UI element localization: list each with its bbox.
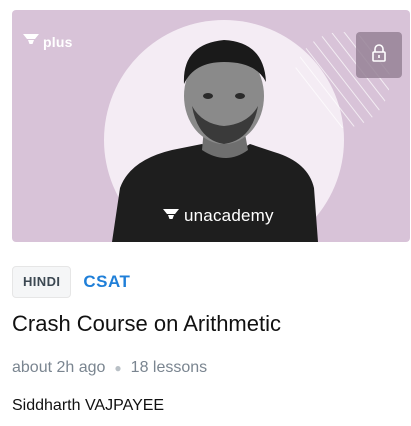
separator-dot: ● bbox=[114, 361, 122, 375]
lesson-count: 18 lessons bbox=[130, 359, 208, 376]
updated-time: about 2h ago bbox=[12, 359, 106, 376]
course-tags: HINDI CSAT bbox=[12, 266, 130, 298]
plus-badge: plus bbox=[22, 32, 73, 51]
course-meta: about 2h ago ● 18 lessons bbox=[12, 359, 207, 377]
course-card[interactable]: plus unacademy HINDI CSAT Crash Course o… bbox=[0, 0, 411, 426]
subject-link[interactable]: CSAT bbox=[83, 272, 130, 292]
course-title[interactable]: Crash Course on Arithmetic bbox=[12, 311, 281, 337]
unacademy-logo-icon bbox=[22, 32, 40, 51]
lock-icon bbox=[371, 43, 387, 67]
course-thumbnail[interactable]: plus unacademy bbox=[12, 10, 410, 242]
lock-button[interactable] bbox=[356, 32, 402, 78]
plus-label: plus bbox=[43, 33, 73, 50]
brand-label: unacademy bbox=[184, 206, 274, 225]
author-name[interactable]: Siddharth VAJPAYEE bbox=[12, 397, 164, 415]
language-tag: HINDI bbox=[12, 266, 72, 298]
shirt-brand: unacademy bbox=[162, 206, 274, 226]
unacademy-logo-icon bbox=[162, 207, 180, 226]
